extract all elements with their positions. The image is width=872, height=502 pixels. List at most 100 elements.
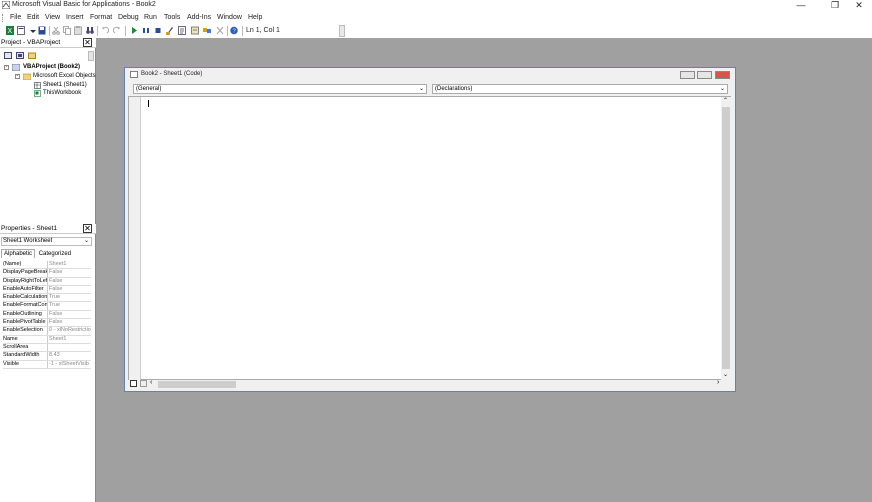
property-value[interactable] <box>48 344 91 351</box>
scroll-down-icon[interactable]: ⌄ <box>723 371 728 378</box>
vertical-scrollbar[interactable]: ⌃ ⌄ <box>721 97 731 381</box>
tree-item-vbaproject[interactable]: VBAProject (Book2) <box>23 64 80 70</box>
property-value[interactable]: False <box>48 319 91 326</box>
object-select[interactable]: Sheet1 Worksheet ⌄ <box>1 237 92 246</box>
vertical-scroll-thumb[interactable] <box>722 107 730 369</box>
break-icon[interactable] <box>142 26 150 35</box>
cut-icon[interactable] <box>52 26 60 35</box>
menu-run[interactable]: Run <box>144 14 157 21</box>
toolbar-separator <box>227 26 228 36</box>
property-value[interactable]: -1 - xlSheetVisib <box>48 361 91 368</box>
property-row[interactable]: DisplayRightToLeft False <box>3 277 91 286</box>
chevron-down-icon: ⌄ <box>83 238 89 244</box>
property-value[interactable]: False <box>48 311 91 318</box>
property-row[interactable]: Visible -1 - xlSheetVisib <box>3 360 91 369</box>
toggle-folders-icon[interactable] <box>28 52 36 59</box>
property-value[interactable]: Sheet1 <box>48 336 91 343</box>
property-value[interactable]: False <box>48 278 91 285</box>
tab-categorized[interactable]: Categorized <box>37 250 73 258</box>
properties-window-icon[interactable] <box>191 26 199 35</box>
property-value[interactable]: Sheet1 <box>48 261 91 268</box>
property-value[interactable]: False <box>48 269 91 276</box>
property-row[interactable]: EnableCalculation True <box>3 294 91 303</box>
code-close-button[interactable] <box>715 71 730 79</box>
menu-edit[interactable]: Edit <box>27 14 39 21</box>
excel-icon[interactable]: X <box>6 26 14 35</box>
tree-item-excel-objects[interactable]: Microsoft Excel Objects <box>33 73 96 79</box>
property-value[interactable]: False <box>48 286 91 293</box>
full-module-view-icon[interactable] <box>140 380 147 387</box>
scroll-right-icon[interactable]: › <box>717 379 719 386</box>
view-code-icon[interactable] <box>4 52 12 59</box>
object-browser-icon[interactable] <box>203 26 211 35</box>
menu-bar: File Edit View Insert Format Debug Run T… <box>0 11 872 24</box>
property-row[interactable]: Name Sheet1 <box>3 335 91 344</box>
copy-icon[interactable] <box>63 26 71 35</box>
help-icon[interactable]: ? <box>230 26 238 35</box>
procedure-dropdown[interactable]: (Declarations) ⌄ <box>432 84 728 94</box>
vba-app-icon <box>2 1 10 9</box>
toolbox-icon[interactable] <box>216 26 224 35</box>
property-row[interactable]: ScrollArea <box>3 343 91 353</box>
close-button[interactable]: ✕ <box>845 0 872 11</box>
property-row[interactable]: EnableOutlining False <box>3 310 91 320</box>
property-name: ScrollArea <box>3 343 48 352</box>
horizontal-scrollbar[interactable]: ‹ › <box>128 379 731 389</box>
tree-collapse-icon[interactable]: - <box>4 65 9 70</box>
redo-icon[interactable] <box>113 26 121 35</box>
property-row[interactable]: EnablePivotTable False <box>3 319 91 328</box>
property-value[interactable]: True <box>48 294 91 301</box>
reset-icon[interactable] <box>154 26 162 35</box>
tree-item-sheet1[interactable]: Sheet1 (Sheet1) <box>43 82 87 88</box>
menu-tools[interactable]: Tools <box>164 14 180 21</box>
property-value[interactable]: True <box>48 302 91 309</box>
property-row[interactable]: EnableSelection 0 - xlNoRestrictio <box>3 327 91 336</box>
toolbar-options-button[interactable] <box>339 25 345 37</box>
menu-addins[interactable]: Add-Ins <box>187 14 211 21</box>
menu-debug[interactable]: Debug <box>118 14 139 21</box>
project-pane-close-button[interactable]: ✕ <box>83 38 92 47</box>
menu-insert[interactable]: Insert <box>66 14 84 21</box>
menu-window[interactable]: Window <box>217 14 242 21</box>
view-object-icon[interactable] <box>16 52 24 59</box>
find-icon[interactable] <box>86 26 94 35</box>
menu-grip[interactable] <box>2 14 4 22</box>
margin-indicator-bar[interactable] <box>129 97 141 381</box>
horizontal-scroll-thumb[interactable] <box>158 381 236 388</box>
paste-icon[interactable] <box>74 26 82 35</box>
minimize-button[interactable]: — <box>787 0 815 11</box>
insert-userform-icon[interactable] <box>17 26 25 35</box>
code-maximize-button[interactable] <box>697 71 712 79</box>
project-explorer-icon[interactable] <box>178 26 186 35</box>
cursor-position: Ln 1, Col 1 <box>246 27 280 34</box>
properties-pane-close-button[interactable]: ✕ <box>83 224 92 233</box>
menu-view[interactable]: View <box>45 14 60 21</box>
run-icon[interactable] <box>130 26 138 35</box>
folder-icon <box>23 73 31 80</box>
property-row[interactable]: EnableFormatCon True <box>3 302 91 311</box>
scroll-left-icon[interactable]: ‹ <box>150 379 152 386</box>
save-icon[interactable] <box>38 26 46 35</box>
chevron-down-icon: ⌄ <box>418 86 424 92</box>
menu-help[interactable]: Help <box>248 14 262 21</box>
object-dropdown[interactable]: (General) ⌄ <box>133 84 427 94</box>
menu-file[interactable]: File <box>10 14 21 21</box>
dropdown-arrow-icon[interactable] <box>29 26 37 35</box>
tab-alphabetic[interactable]: Alphabetic <box>1 249 36 258</box>
tree-collapse-icon[interactable]: - <box>15 74 20 79</box>
project-pane-scroll-button[interactable] <box>88 51 94 61</box>
procedure-view-icon[interactable] <box>130 380 137 387</box>
property-row[interactable]: DisplayPageBreak False <box>3 269 91 278</box>
property-row[interactable]: EnableAutoFilter False <box>3 285 91 295</box>
property-row[interactable]: (Name) Sheet1 <box>3 261 91 270</box>
property-value[interactable]: 0 - xlNoRestrictio <box>48 327 91 334</box>
code-editor[interactable]: ⌃ ⌄ <box>128 96 731 381</box>
menu-format[interactable]: Format <box>90 14 112 21</box>
property-value[interactable]: 8.43 <box>48 352 91 359</box>
code-minimize-button[interactable] <box>680 71 695 79</box>
scroll-up-icon[interactable]: ⌃ <box>723 97 728 104</box>
tree-item-thisworkbook[interactable]: ThisWorkbook <box>43 90 81 96</box>
undo-icon[interactable] <box>101 26 109 35</box>
design-mode-icon[interactable] <box>166 26 174 35</box>
property-row[interactable]: StandardWidth 8.43 <box>3 352 91 361</box>
